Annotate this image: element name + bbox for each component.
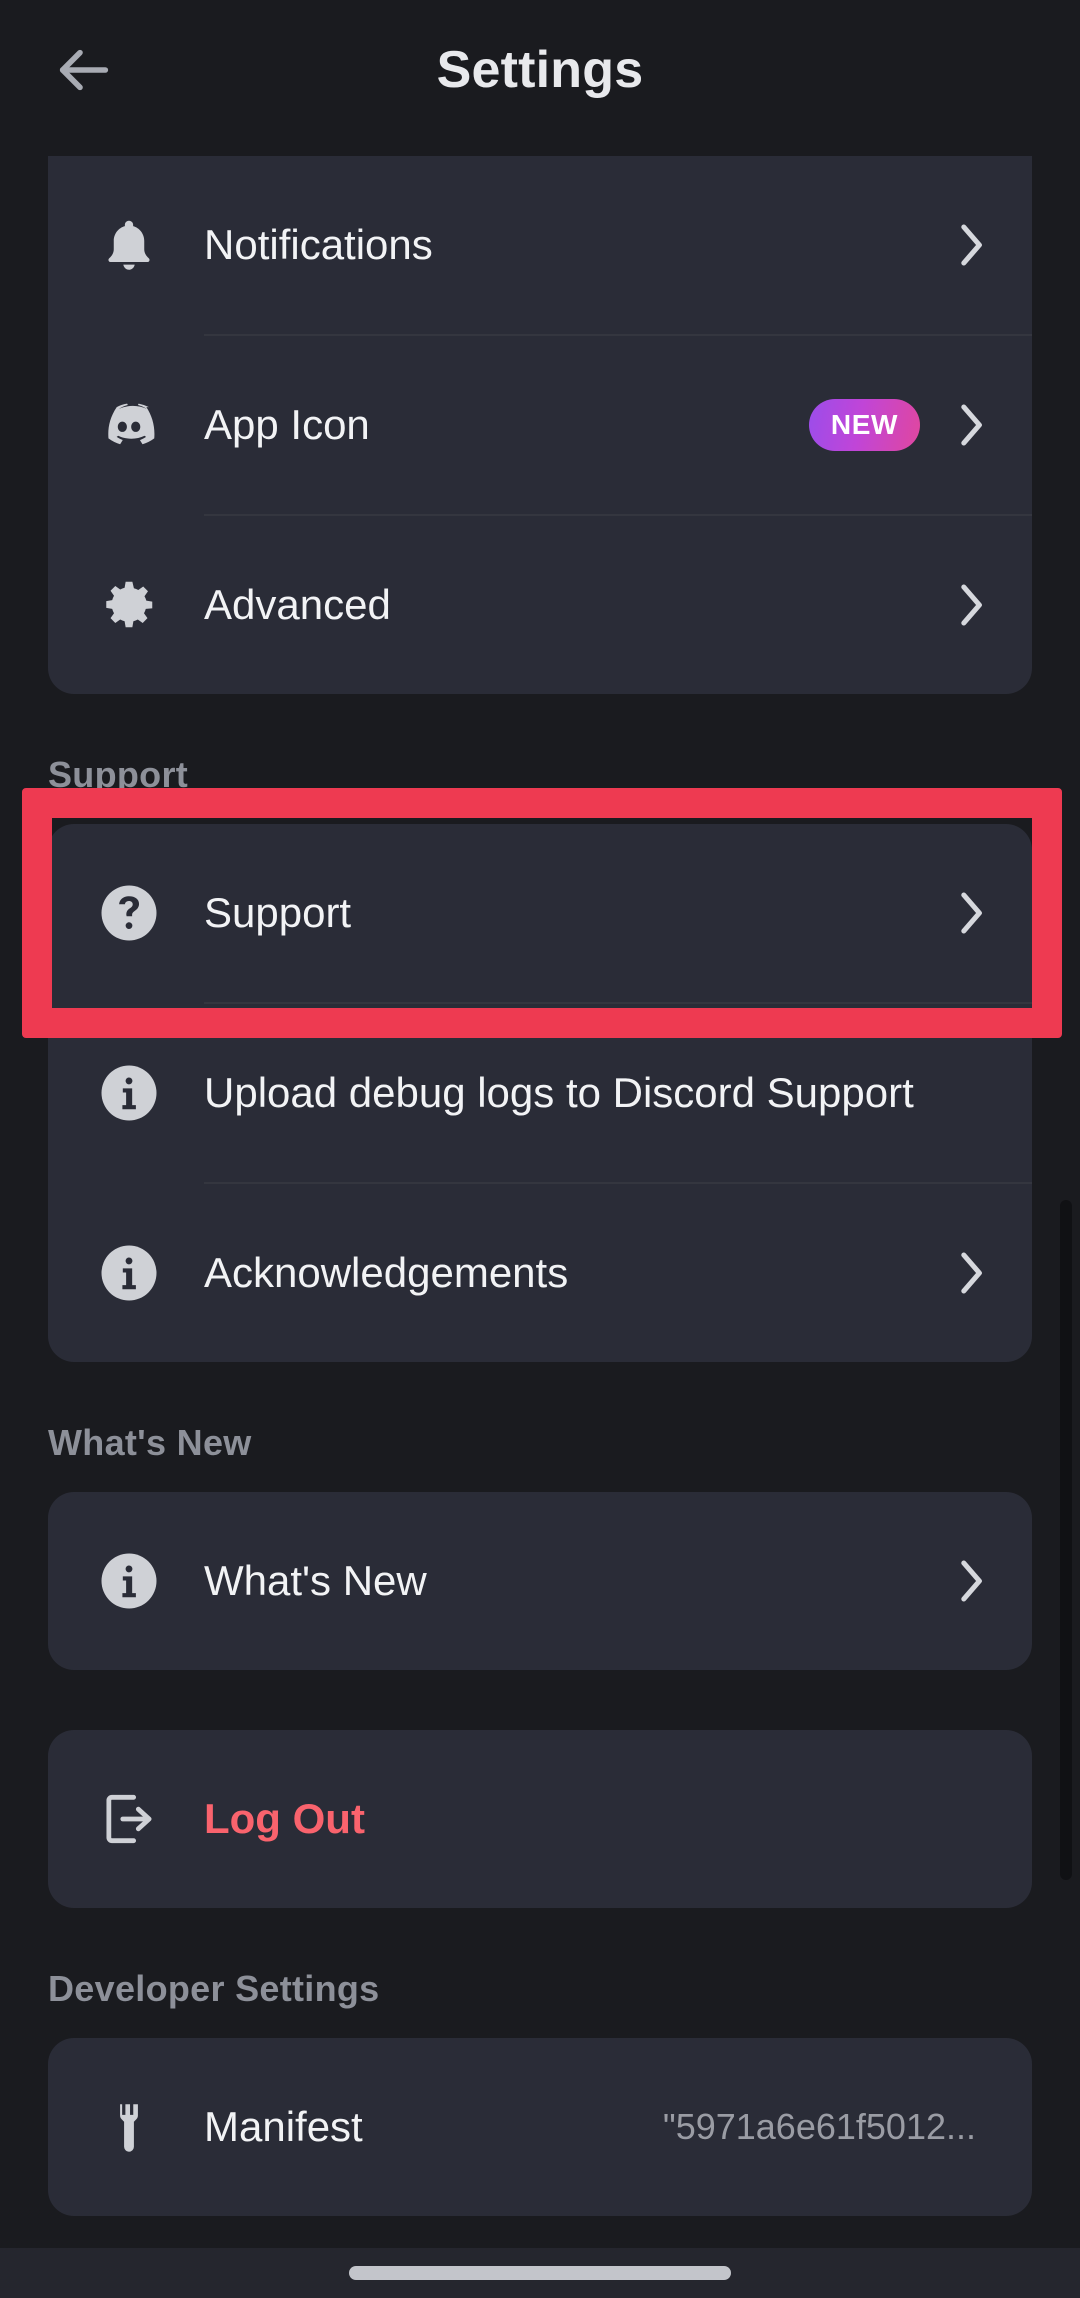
- question-circle-icon: [90, 874, 168, 952]
- settings-row-label: Notifications: [204, 221, 433, 269]
- layout-spacer: [0, 796, 1080, 824]
- layout-spacer: [0, 140, 1080, 156]
- settings-row-manifest[interactable]: Manifest "5971a6e61f5012...: [48, 2038, 1032, 2216]
- layout-spacer: [0, 1464, 1080, 1492]
- bell-icon: [90, 206, 168, 284]
- settings-row-label: App Icon: [204, 401, 370, 449]
- settings-row-acknowledgements[interactable]: Acknowledgements: [48, 1184, 1032, 1362]
- settings-row-label: What's New: [204, 1557, 427, 1605]
- sign-out-icon: [90, 1780, 168, 1858]
- chevron-right-icon: [954, 1557, 988, 1605]
- settings-row-label: Upload debug logs to Discord Support: [204, 1069, 914, 1117]
- chevron-right-icon: [954, 889, 988, 937]
- settings-row-support[interactable]: Support: [48, 824, 1032, 1002]
- section-header-4: Developer Settings: [48, 1968, 380, 2009]
- layout-spacer: [0, 1670, 1080, 1730]
- section-header-2: What's New: [48, 1422, 252, 1463]
- layout-spacer: [0, 2010, 1080, 2038]
- settings-row-label: Manifest: [204, 2103, 363, 2151]
- settings-row-value: "5971a6e61f5012...: [662, 2106, 976, 2147]
- vertical-scrollbar[interactable]: [1060, 1200, 1072, 1880]
- app-header: Settings: [0, 0, 1080, 140]
- layout-spacer: [0, 1908, 1080, 1968]
- settings-screen: Settings Notifications App Icon NEW Advan…: [0, 0, 1080, 2298]
- support-group: Support Upload debug logs to Discord Sup…: [48, 824, 1032, 1362]
- chevron-right-icon: [954, 401, 988, 449]
- layout-spacer: [0, 1362, 1080, 1422]
- chevron-right-icon: [954, 221, 988, 269]
- settings-row-label: Advanced: [204, 581, 391, 629]
- settings-scroll-container[interactable]: Notifications App Icon NEW Advanced Suppo…: [0, 140, 1080, 2298]
- back-button[interactable]: [48, 34, 120, 106]
- wrench-icon: [90, 2088, 168, 2166]
- settings-row-app-icon[interactable]: App Icon NEW: [48, 336, 1032, 514]
- whats-new-group: What's New: [48, 1492, 1032, 1670]
- chevron-right-icon: [954, 1249, 988, 1297]
- section-header-1: Support: [48, 754, 189, 795]
- settings-row-advanced[interactable]: Advanced: [48, 516, 1032, 694]
- info-circle-icon: [90, 1054, 168, 1132]
- settings-row-label: Log Out: [204, 1795, 365, 1843]
- logout-group: Log Out: [48, 1730, 1032, 1908]
- arrow-left-icon: [52, 38, 116, 102]
- gear-icon: [90, 566, 168, 644]
- settings-row-upload-debug-logs-to-discord-support[interactable]: Upload debug logs to Discord Support: [48, 1004, 1032, 1182]
- info-circle-icon: [90, 1234, 168, 1312]
- developer-settings-group: Manifest "5971a6e61f5012...: [48, 2038, 1032, 2216]
- layout-spacer: [0, 694, 1080, 754]
- settings-row-label: Support: [204, 889, 352, 937]
- page-title: Settings: [436, 41, 644, 99]
- app-settings-group: Notifications App Icon NEW Advanced: [48, 156, 1032, 694]
- settings-row-label: Acknowledgements: [204, 1249, 569, 1297]
- settings-row-notifications[interactable]: Notifications: [48, 156, 1032, 334]
- system-navigation-area: [0, 2248, 1080, 2298]
- discord-logo-icon: [90, 386, 168, 464]
- new-badge: NEW: [808, 399, 920, 451]
- info-circle-icon: [90, 1542, 168, 1620]
- settings-row-what-s-new[interactable]: What's New: [48, 1492, 1032, 1670]
- chevron-right-icon: [954, 581, 988, 629]
- home-indicator-bar[interactable]: [349, 2266, 731, 2280]
- settings-row-log-out[interactable]: Log Out: [48, 1730, 1032, 1908]
